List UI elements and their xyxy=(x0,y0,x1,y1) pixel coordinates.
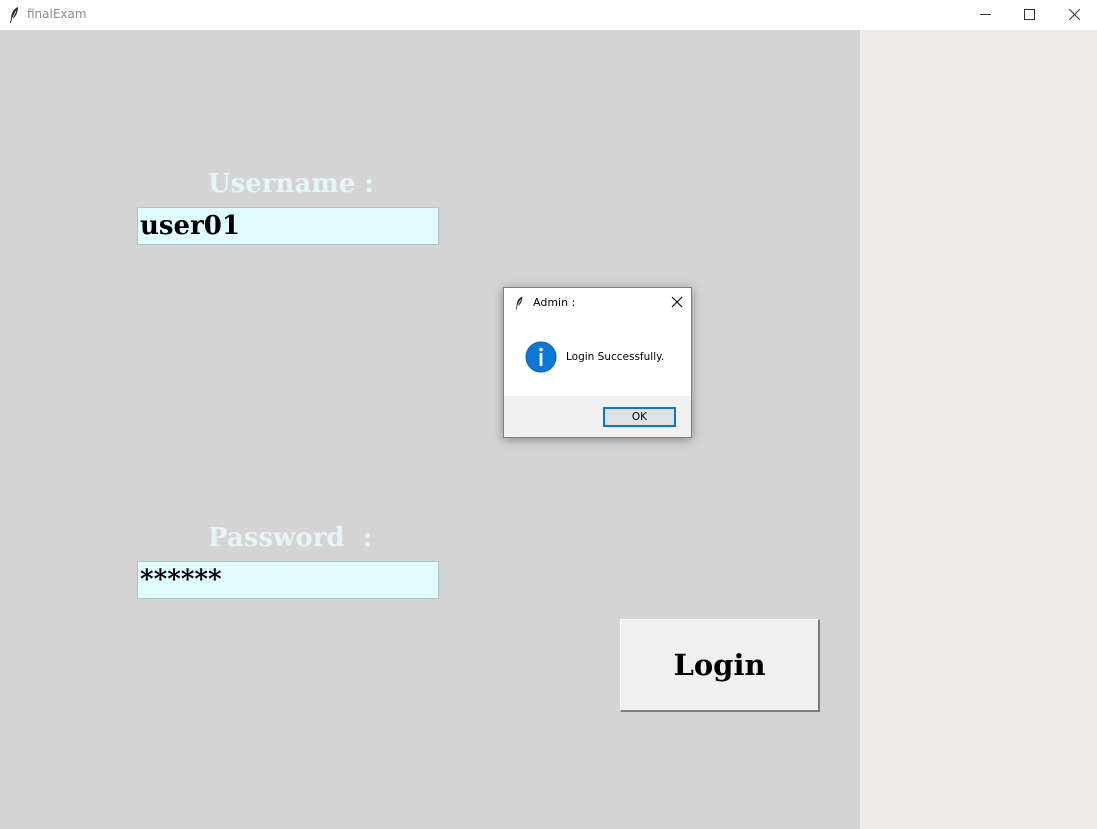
feather-app-icon xyxy=(515,296,523,310)
username-label: Username : xyxy=(208,169,375,199)
password-label: Password : xyxy=(208,523,373,553)
minimize-button[interactable] xyxy=(962,0,1008,30)
message-dialog: Admin : Login Successfully. OK xyxy=(503,287,692,438)
dialog-title: Admin : xyxy=(533,296,576,309)
close-icon[interactable] xyxy=(671,296,683,308)
maximize-icon xyxy=(1024,9,1035,20)
side-panel xyxy=(860,30,1097,829)
maximize-button[interactable] xyxy=(1006,0,1052,30)
window-titlebar: finalExam xyxy=(0,0,1097,30)
close-icon xyxy=(1069,9,1080,20)
login-button[interactable]: Login xyxy=(620,619,820,712)
dialog-footer: OK xyxy=(504,396,691,437)
window-title: finalExam xyxy=(27,7,87,21)
feather-app-icon xyxy=(10,7,18,23)
dialog-message: Login Successfully. xyxy=(566,351,665,363)
ok-button[interactable]: OK xyxy=(603,407,676,427)
minimize-icon xyxy=(980,14,991,15)
close-button[interactable] xyxy=(1051,0,1097,30)
info-icon xyxy=(525,341,557,373)
username-field[interactable]: user01 xyxy=(137,207,439,245)
password-field[interactable]: ****** xyxy=(137,561,439,599)
